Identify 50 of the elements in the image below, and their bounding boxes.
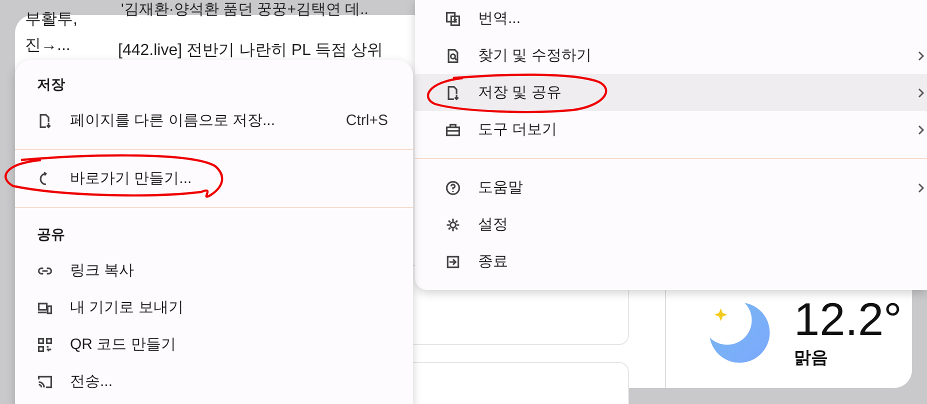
menu-item-label: 전송... bbox=[70, 372, 113, 391]
menu-item-label: 저장 및 공유 bbox=[478, 83, 562, 102]
menu-item[interactable]: 전송... bbox=[15, 363, 413, 400]
menu-item-label: 링크 복사 bbox=[70, 261, 134, 280]
settings-icon bbox=[445, 216, 461, 232]
menu-item-label: 번역... bbox=[478, 9, 521, 28]
menu-item[interactable]: 저장 및 공유 bbox=[415, 74, 927, 111]
headline-text: 진→... bbox=[25, 36, 70, 56]
menu-item[interactable]: 찾기 및 수정하기 bbox=[415, 37, 927, 74]
chevron-right-icon bbox=[917, 50, 925, 62]
menu-item-label: 페이지를 다른 이름으로 저장... bbox=[70, 111, 276, 130]
qr-code-icon bbox=[37, 336, 53, 352]
find-icon bbox=[445, 48, 461, 64]
menu-item-label: 바로가기 만들기... bbox=[70, 169, 192, 188]
headline-text: '김재환·양석환 품던 꿍꿍+김택연 데.. bbox=[121, 0, 368, 19]
toolbox-icon bbox=[445, 122, 461, 138]
help-icon bbox=[445, 180, 461, 196]
chevron-right-icon bbox=[917, 86, 925, 98]
menu-item[interactable]: 종료 bbox=[415, 243, 927, 280]
menu-item[interactable]: QR 코드 만들기 bbox=[15, 326, 413, 363]
menu-item[interactable]: 페이지를 다른 이름으로 저장... Ctrl+S bbox=[15, 102, 413, 139]
menu-item[interactable]: 링크 복사 bbox=[15, 252, 413, 289]
translate-icon bbox=[445, 10, 461, 26]
menu-item-label: 종료 bbox=[478, 252, 508, 271]
section-heading: 공유 bbox=[36, 225, 66, 244]
temperature-text: 12.2° bbox=[794, 296, 902, 342]
headline-text: [442.live] 전반기 나란히 PL 득점 상위 bbox=[118, 41, 384, 61]
menu-item[interactable]: 도움말 bbox=[415, 169, 927, 206]
menu-item-label: QR 코드 만들기 bbox=[70, 335, 176, 354]
menu-item-label: 찾기 및 수정하기 bbox=[478, 46, 592, 65]
menu-item[interactable]: 설정 bbox=[415, 206, 927, 243]
menu-item-label: 도구 더보기 bbox=[478, 120, 558, 139]
save-icon bbox=[445, 84, 461, 100]
menu-item[interactable]: 바로가기 만들기... bbox=[15, 160, 413, 197]
section-heading: 저장 bbox=[36, 75, 66, 94]
shortcut-text: Ctrl+S bbox=[346, 112, 388, 129]
chevron-right-icon bbox=[917, 124, 925, 136]
menu-item[interactable]: 도구 더보기 bbox=[415, 111, 927, 148]
chevron-right-icon bbox=[917, 182, 925, 194]
cast-icon bbox=[37, 374, 53, 390]
menu-item-label: 설정 bbox=[478, 215, 508, 234]
exit-icon bbox=[445, 254, 461, 270]
menu-item-label: 도움말 bbox=[478, 178, 523, 197]
moon-icon bbox=[708, 300, 772, 364]
weather-condition-text: 맑음 bbox=[794, 347, 829, 369]
save-icon bbox=[37, 112, 53, 128]
menu-item[interactable]: 내 기기로 보내기 bbox=[15, 289, 413, 326]
menu-item-label: 내 기기로 보내기 bbox=[70, 298, 184, 317]
menu-item[interactable]: 번역... bbox=[415, 0, 927, 37]
headline-text: 부활투, bbox=[25, 10, 78, 30]
